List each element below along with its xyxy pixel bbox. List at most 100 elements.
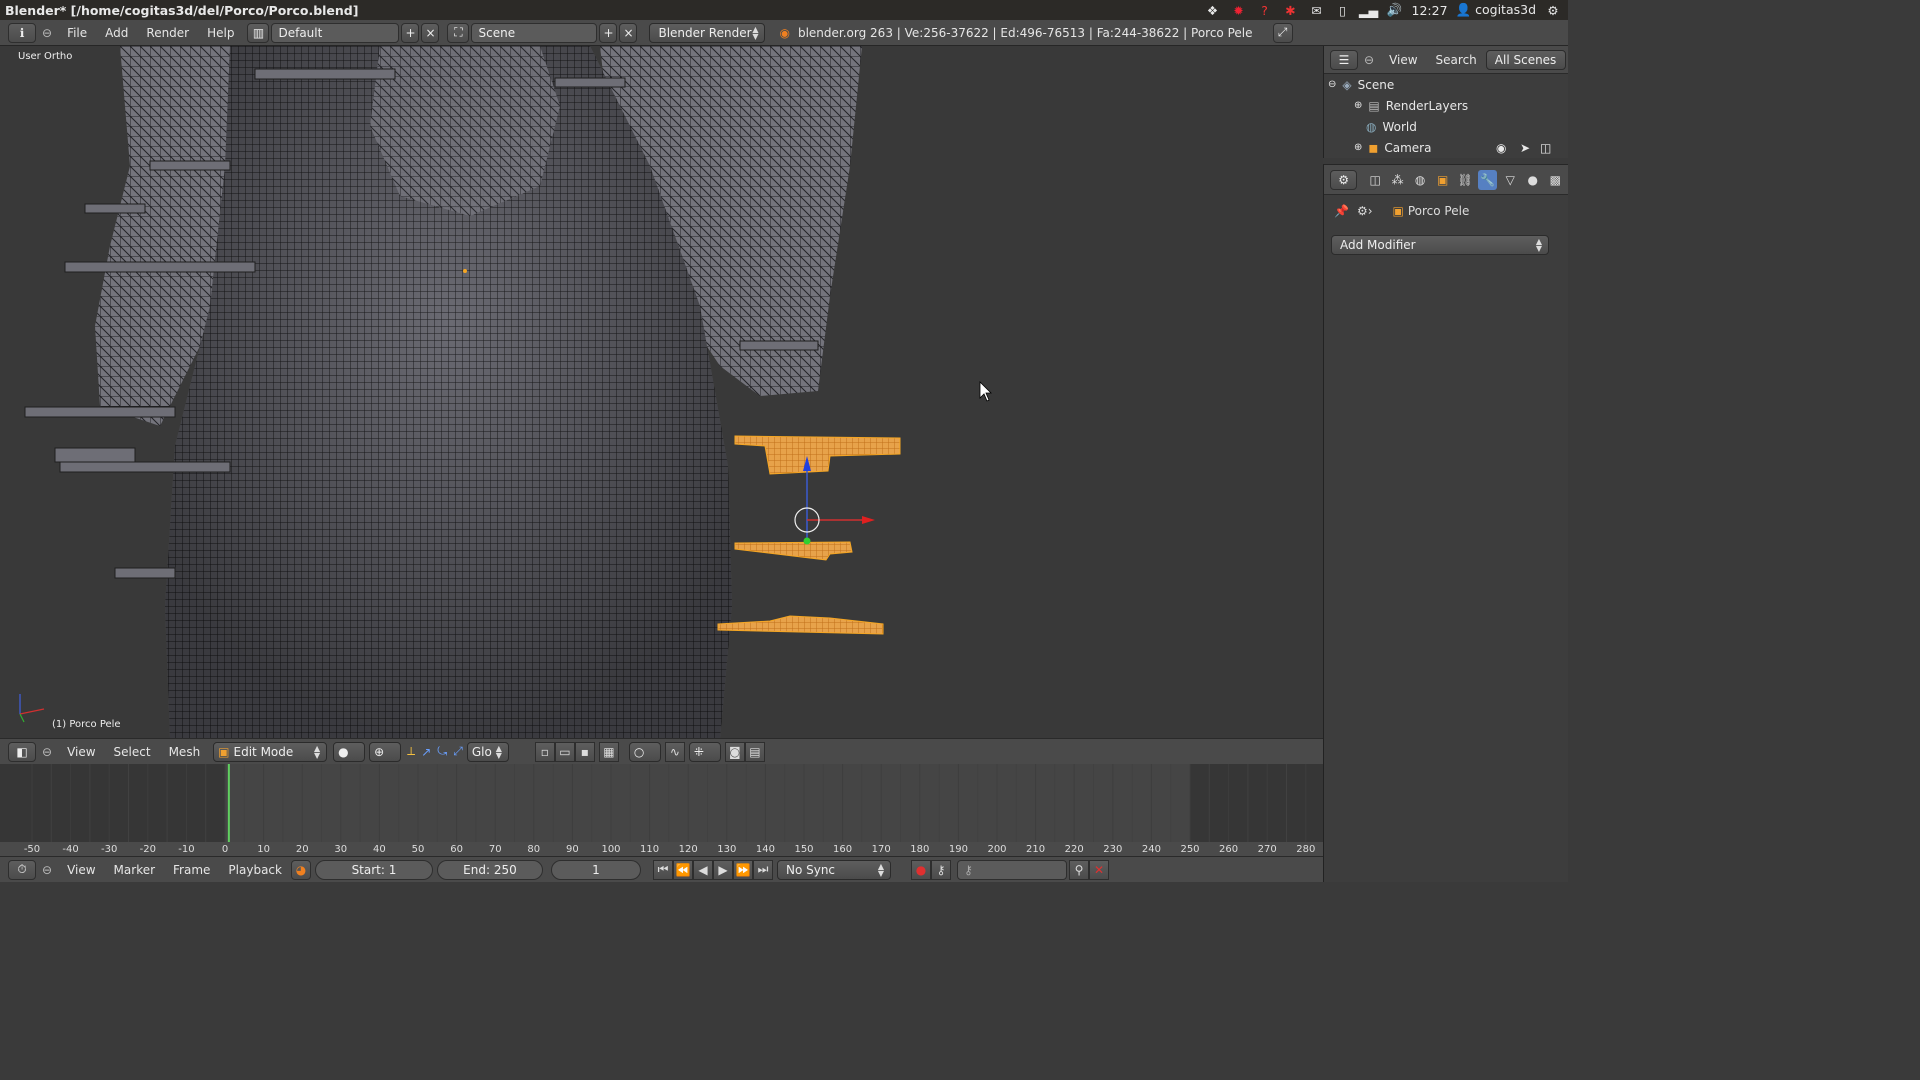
menu-select[interactable]: Select — [105, 742, 160, 762]
render-engine-dropdown[interactable]: Blender Render ▲▼ — [649, 23, 765, 43]
play-reverse-icon[interactable]: ◀ — [693, 860, 713, 880]
editor-type-info-icon[interactable]: ℹ — [8, 23, 36, 43]
data-tab-icon[interactable]: ▽ — [1500, 170, 1520, 190]
preview-range-icon[interactable]: ◕ — [291, 860, 311, 880]
object-tab-icon[interactable]: ▣ — [1433, 170, 1453, 190]
translate-icon[interactable]: ↗ — [421, 745, 431, 759]
battery-icon[interactable]: ▯ — [1334, 2, 1352, 18]
expand-icon[interactable]: ⊕ — [1354, 100, 1362, 111]
editor-type-properties-icon[interactable]: ⚙ — [1330, 170, 1357, 190]
constraints-tab-icon[interactable]: ⛓ — [1455, 170, 1475, 190]
keying-set-icon[interactable]: ⚷ — [931, 860, 951, 880]
volume-icon[interactable]: 🔊 — [1386, 2, 1404, 18]
dropbox-icon[interactable]: ❖ — [1204, 2, 1222, 18]
pivot-point-dropdown[interactable]: ⊕ — [369, 742, 401, 762]
render-opengl-icon[interactable]: ◙ — [725, 742, 745, 762]
jump-next-keyframe-icon[interactable]: ⏩ — [733, 860, 753, 880]
remove-scene-icon[interactable]: × — [619, 23, 637, 43]
menu-render[interactable]: Render — [137, 23, 198, 43]
selectability-arrow-icon[interactable]: ➤ — [1520, 141, 1530, 155]
outliner-item-scene[interactable]: ⊖ ◈ Scene — [1324, 74, 1568, 95]
user-menu[interactable]: 👤 cogitas3d — [1456, 2, 1536, 18]
menu-mesh[interactable]: Mesh — [160, 742, 210, 762]
scale-icon[interactable]: ⤢ — [453, 744, 463, 759]
start-frame-field[interactable]: Start: 1 — [315, 860, 433, 880]
play-icon[interactable]: ▶ — [713, 860, 733, 880]
outliner-item-world[interactable]: ◍ World — [1324, 116, 1568, 137]
add-modifier-dropdown[interactable]: Add Modifier ▲▼ — [1331, 235, 1549, 255]
timeline-ruler[interactable]: -50-40-30-20-100102030405060708090100110… — [0, 764, 1323, 856]
screen-layout-icon[interactable]: ▥ — [247, 23, 269, 43]
help-icon[interactable]: ? — [1256, 2, 1274, 18]
collapse-icon[interactable]: ⊖ — [1328, 79, 1336, 90]
menu-view[interactable]: View — [1380, 50, 1426, 70]
manipulator-toggle-icon[interactable]: ⟂ — [407, 744, 415, 759]
menu-file[interactable]: File — [58, 23, 96, 43]
jump-start-icon[interactable]: ⏮ — [653, 860, 673, 880]
outliner-item-renderlayers[interactable]: ⊕ ▤ RenderLayers — [1324, 95, 1568, 116]
add-scene-icon[interactable]: + — [599, 23, 617, 43]
menu-help[interactable]: Help — [198, 23, 243, 43]
clock[interactable]: 12:27 — [1412, 3, 1448, 18]
world-tab-icon[interactable]: ◍ — [1410, 170, 1430, 190]
settings-gear-icon[interactable]: ⚙ — [1544, 2, 1562, 18]
network-icon[interactable]: ▂▄ — [1360, 2, 1378, 18]
viewport-shading-dropdown[interactable]: ● — [333, 742, 365, 762]
scene-field[interactable]: Scene — [471, 23, 597, 43]
menu-search[interactable]: Search — [1427, 50, 1486, 70]
sync-mode-dropdown[interactable]: No Sync ▲▼ — [777, 860, 891, 880]
collapse-menu-icon[interactable]: ⊖ — [42, 863, 52, 877]
mode-dropdown[interactable]: ▣ Edit Mode ▲▼ — [213, 742, 327, 762]
menu-frame[interactable]: Frame — [164, 860, 219, 880]
material-tab-icon[interactable]: ● — [1523, 170, 1543, 190]
collapse-menu-icon[interactable]: ⊖ — [42, 26, 52, 40]
modifiers-tab-icon[interactable]: 🔧 — [1478, 170, 1498, 190]
fullscreen-toggle-icon[interactable]: ⤢ — [1273, 23, 1293, 43]
jump-end-icon[interactable]: ⏭ — [753, 860, 773, 880]
delete-keyframe-icon[interactable]: ✕ — [1089, 860, 1109, 880]
screen-layout-field[interactable]: Default — [271, 23, 399, 43]
edge-select-icon[interactable]: ▭ — [555, 742, 575, 762]
snap-element-dropdown[interactable]: ⁜ — [689, 742, 721, 762]
active-keying-set-field[interactable]: ⚷ — [957, 860, 1067, 880]
render-tab-icon[interactable]: ◫ — [1365, 170, 1385, 190]
menu-view[interactable]: View — [58, 742, 104, 762]
render-animation-icon[interactable]: ▤ — [745, 742, 765, 762]
face-select-icon[interactable]: ▪ — [575, 742, 595, 762]
mail-icon[interactable]: ✉ — [1308, 2, 1326, 18]
falloff-icon[interactable]: ∿ — [665, 742, 685, 762]
rotate-icon[interactable]: ⤿ — [437, 744, 447, 759]
expand-icon[interactable]: ⊕ — [1354, 142, 1362, 153]
visibility-eye-icon[interactable]: ◉ — [1496, 141, 1506, 155]
remove-layout-icon[interactable]: × — [421, 23, 439, 43]
pin-icon[interactable]: 📌 — [1334, 204, 1349, 218]
outliner-item-camera[interactable]: ⊕ ◼ Camera ◉ ➤ ◫ — [1324, 137, 1568, 158]
crash-report-icon[interactable]: ✱ — [1282, 2, 1300, 18]
display-mode-dropdown[interactable]: All Scenes — [1486, 50, 1566, 70]
limit-selection-icon[interactable]: ▦ — [599, 742, 619, 762]
editor-type-outliner-icon[interactable]: ☰ — [1330, 50, 1358, 70]
record-icon[interactable]: ● — [911, 860, 931, 880]
timeline-area[interactable]: -50-40-30-20-100102030405060708090100110… — [0, 764, 1323, 856]
add-layout-icon[interactable]: + — [401, 23, 419, 43]
collapse-menu-icon[interactable]: ⊖ — [42, 745, 52, 759]
collapse-menu-icon[interactable]: ⊖ — [1364, 53, 1374, 67]
bug-icon[interactable]: ✹ — [1230, 2, 1248, 18]
editor-type-timeline-icon[interactable]: ⏱ — [8, 860, 36, 880]
menu-view[interactable]: View — [58, 860, 104, 880]
scene-icon[interactable]: ⛶ — [447, 23, 469, 43]
current-frame-field[interactable]: 1 — [551, 860, 641, 880]
menu-marker[interactable]: Marker — [105, 860, 164, 880]
menu-playback[interactable]: Playback — [219, 860, 291, 880]
renderability-camera-icon[interactable]: ◫ — [1540, 141, 1551, 155]
editor-type-3dview-icon[interactable]: ◧ — [8, 742, 36, 762]
menu-add[interactable]: Add — [96, 23, 137, 43]
texture-tab-icon[interactable]: ▩ — [1546, 170, 1566, 190]
3d-viewport[interactable]: User Ortho (1) Porco Pele — [0, 46, 1323, 738]
vertex-select-icon[interactable]: ▫ — [535, 742, 555, 762]
jump-prev-keyframe-icon[interactable]: ⏪ — [673, 860, 693, 880]
proportional-edit-dropdown[interactable]: ○ — [629, 742, 661, 762]
end-frame-field[interactable]: End: 250 — [437, 860, 543, 880]
insert-keyframe-icon[interactable]: ⚲ — [1069, 860, 1089, 880]
scene-tab-icon[interactable]: ⁂ — [1388, 170, 1408, 190]
